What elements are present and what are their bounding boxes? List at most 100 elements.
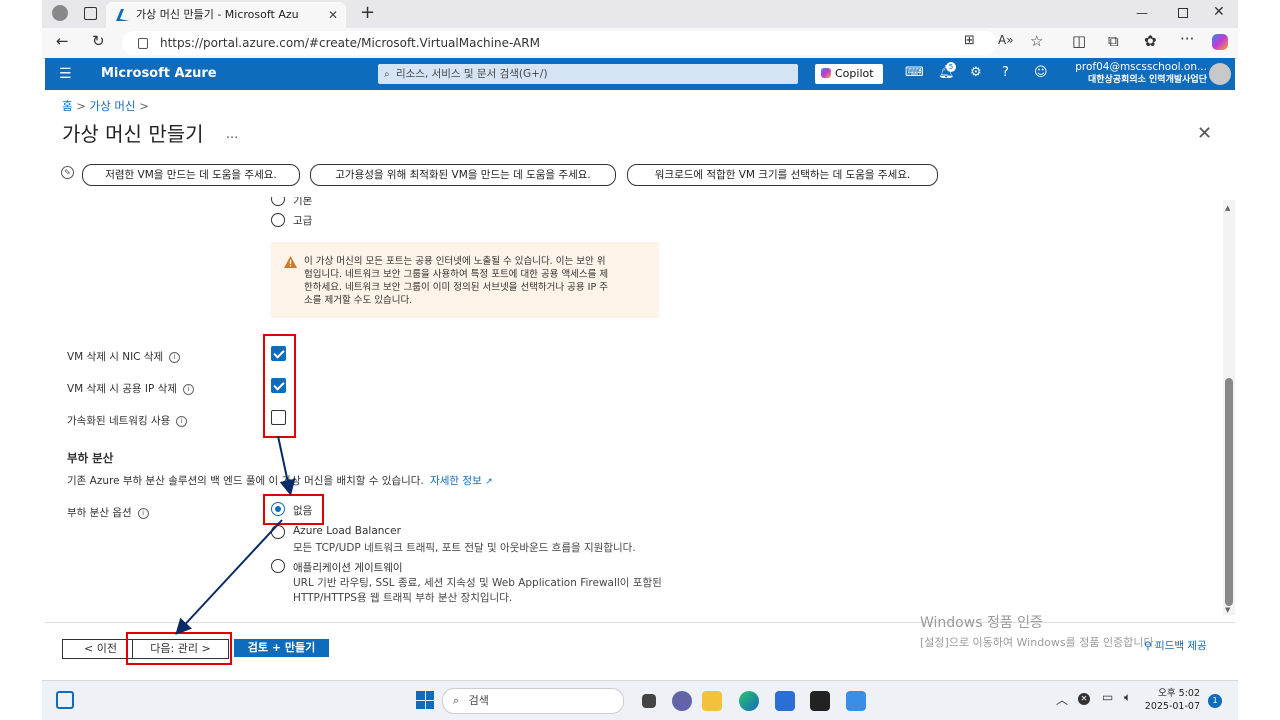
restore-icon[interactable] (1178, 8, 1188, 18)
load-balancing-description: 기존 Azure 부하 분산 솔루션의 백 엔드 풀에 이 가상 머신을 배치할… (67, 475, 424, 487)
tab-azure-create-vm[interactable]: 가상 머신 만들기 - Microsoft Azu ✕ (106, 2, 346, 28)
extensions-icon[interactable]: ✿ (1144, 32, 1157, 50)
breadcrumb-separator: > (76, 99, 90, 113)
copilot-browser-icon[interactable] (1212, 34, 1228, 50)
edge-browser-icon[interactable] (739, 691, 759, 711)
portal-brand[interactable]: Microsoft Azure (101, 58, 217, 90)
feedback-icon[interactable]: ☺ (1034, 65, 1048, 80)
lb-azure-lb-radio[interactable] (271, 525, 285, 539)
widgets-icon[interactable] (56, 691, 74, 709)
accelerated-networking-label: 가속화된 네트워킹 사용 i (67, 413, 188, 428)
clock[interactable]: 오후 5:02 2025-01-07 (1144, 687, 1200, 713)
public-port-warning: 이 가상 머신의 모든 포트는 공용 인터넷에 노출될 수 있습니다. 이는 보… (271, 242, 659, 318)
notepad-icon[interactable] (846, 691, 866, 711)
app-available-icon[interactable]: ⊞ (964, 33, 975, 48)
new-tab-button[interactable]: + (360, 2, 375, 23)
copilot-button[interactable]: Copilot (815, 64, 883, 84)
avatar[interactable] (1209, 63, 1231, 85)
task-view-icon[interactable] (642, 694, 656, 708)
read-aloud-icon[interactable]: A» (998, 33, 1014, 47)
more-options-icon[interactable]: ··· (1180, 30, 1194, 48)
close-blade-icon[interactable]: ✕ (1197, 123, 1212, 144)
external-link-icon: ↗ (485, 477, 493, 487)
lb-azure-lb-desc: 모든 TCP/UDP 네트워크 트래픽, 포트 전달 및 아웃바운드 흐름을 지… (293, 542, 636, 554)
tray-display-icon[interactable]: ▭ (1102, 690, 1113, 704)
clock-date: 2025-01-07 (1144, 701, 1200, 712)
content-top-mask (45, 188, 1221, 197)
info-icon[interactable]: i (182, 384, 194, 395)
global-search-input[interactable]: ⌕ 리소스, 서비스 및 문서 검색(G+/) (378, 64, 798, 84)
review-create-button[interactable]: 검토 + 만들기 (234, 639, 329, 657)
accelerated-networking-text: 가속화된 네트워킹 사용 (67, 415, 171, 427)
tab-close-icon[interactable]: ✕ (328, 2, 338, 28)
split-screen-icon[interactable]: ◫ (1072, 32, 1086, 50)
collections-icon[interactable]: ⧉ (1108, 32, 1119, 50)
scrollbar-thumb[interactable] (1225, 378, 1233, 606)
minimize-icon[interactable]: — (1136, 6, 1148, 20)
start-windows-icon[interactable] (416, 691, 434, 709)
load-balancing-description-row: 기존 Azure 부하 분산 솔루션의 백 엔드 풀에 이 가상 머신을 배치할… (67, 473, 493, 488)
tab-actions-icon[interactable] (84, 7, 97, 20)
scroll-down-icon[interactable]: ▼ (1225, 606, 1230, 614)
favorite-star-icon[interactable]: ☆ (1030, 32, 1043, 50)
page-more-button[interactable]: ... (226, 127, 238, 142)
screen: 가상 머신 만들기 - Microsoft Azu ✕ + — ✕ ← ↻ ht… (42, 0, 1238, 720)
warning-line-4: 소를 제거할 수도 있습니다. (304, 295, 413, 306)
windows-taskbar: ⌕ 검색 ︿ ✕ ▭ 🔈︎ 오후 5:02 2025-01-07 1 (42, 680, 1238, 720)
back-icon[interactable]: ← (56, 32, 69, 50)
nsg-advanced-radio[interactable] (271, 213, 285, 227)
help-icon[interactable]: ? (1002, 65, 1009, 80)
warning-icon (284, 256, 297, 268)
activation-watermark-title: Windows 정품 인증 (920, 615, 1043, 631)
annotation-box-none (263, 494, 324, 525)
scroll-up-icon[interactable]: ▲ (1225, 204, 1230, 212)
annotation-box-next (126, 632, 232, 665)
lb-app-gateway-radio[interactable] (271, 559, 285, 573)
annotation-box-checkboxes (263, 334, 296, 438)
copilot-icon (821, 68, 831, 78)
breadcrumb-vm[interactable]: 가상 머신 (90, 99, 136, 113)
teams-chat-icon[interactable] (672, 691, 692, 711)
warning-line-2: 험입니다. 네트워크 보안 그룹을 사용하여 특정 포트에 대한 공용 액세스를… (304, 269, 609, 280)
breadcrumb: 홈 > 가상 머신 > (62, 98, 149, 114)
info-icon[interactable]: i (137, 508, 149, 519)
feedback-person-icon: ⚲ (1144, 640, 1152, 652)
info-icon[interactable]: i (176, 416, 188, 427)
browser-toolbar: ← ↻ https://portal.azure.com/#create/Mic… (42, 28, 1238, 59)
breadcrumb-home[interactable]: 홈 (62, 99, 73, 113)
account-email: prof04@mscsschool.on... (1075, 61, 1207, 73)
account-info[interactable]: prof04@mscsschool.on... 대한상공회의소 인력개발사업단 (1075, 61, 1207, 87)
address-bar[interactable]: https://portal.azure.com/#create/Microso… (122, 31, 997, 55)
refresh-icon[interactable]: ↻ (92, 32, 105, 50)
delete-nic-label: VM 삭제 시 NIC 삭제 i (67, 349, 181, 364)
browser-tab-strip: 가상 머신 만들기 - Microsoft Azu ✕ + — ✕ (42, 0, 1238, 28)
load-balancing-heading: 부하 분산 (67, 451, 114, 465)
terminal-icon[interactable] (810, 691, 830, 711)
site-info-icon[interactable] (138, 38, 148, 49)
tab-title: 가상 머신 만들기 - Microsoft Azu (136, 8, 299, 21)
delete-public-ip-label: VM 삭제 시 공용 IP 삭제 i (67, 381, 194, 396)
settings-gear-icon[interactable]: ⚙ (970, 65, 982, 80)
account-org: 대한상공회의소 인력개발사업단 (1087, 75, 1207, 85)
file-explorer-icon[interactable] (702, 691, 722, 711)
cloud-shell-icon[interactable]: ⌨ (905, 65, 924, 80)
tray-x-icon[interactable]: ✕ (1078, 693, 1090, 705)
copilot-prompt-cheap-vm[interactable]: 저렴한 VM을 만드는 데 도움을 주세요. (82, 164, 300, 186)
taskbar-search-icon: ⌕ (453, 694, 460, 707)
notification-center-badge[interactable]: 1 (1208, 694, 1222, 708)
lb-app-gateway-desc: URL 기반 라우팅, SSL 종료, 세션 지속성 및 Web Applica… (293, 577, 662, 589)
copilot-label: Copilot (835, 67, 874, 80)
feedback-link[interactable]: ⚲ 피드백 제공 (1144, 638, 1207, 653)
close-window-icon[interactable]: ✕ (1213, 4, 1225, 20)
portal-menu-icon[interactable]: ☰ (59, 66, 72, 82)
tray-chevron-icon[interactable]: ︿ (1056, 691, 1068, 708)
copilot-prompt-vm-size[interactable]: 워크로드에 적합한 VM 크기를 선택하는 데 도움을 주세요. (627, 164, 938, 186)
copilot-prompt-high-availability[interactable]: 고가용성을 위해 최적화된 VM을 만드는 데 도움을 주세요. (310, 164, 616, 186)
info-icon[interactable]: i (169, 352, 181, 363)
profile-icon[interactable] (52, 5, 68, 21)
tray-volume-icon[interactable]: 🔈︎ (1124, 690, 1131, 705)
taskbar-search-input[interactable]: ⌕ 검색 (442, 688, 624, 714)
learn-more-link[interactable]: 자세한 정보 (430, 475, 482, 487)
store-icon[interactable] (775, 691, 795, 711)
footer-divider (45, 622, 1235, 623)
